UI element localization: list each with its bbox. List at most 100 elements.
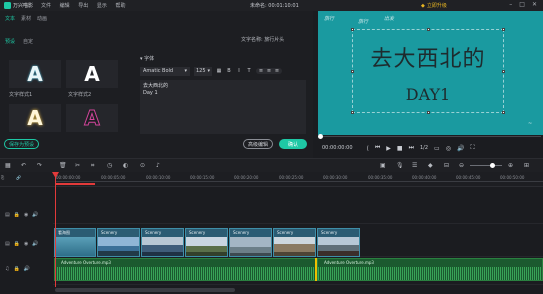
mic-icon[interactable]: 🎙 (396, 162, 404, 169)
upgrade-button[interactable]: ◆ 立即升级 (421, 2, 447, 10)
mute-icon[interactable]: 🔊 (32, 241, 38, 247)
resize-handle[interactable] (502, 111, 505, 114)
lock-icon[interactable]: 🔒 (14, 212, 20, 218)
resize-handle[interactable] (427, 28, 430, 31)
text-style-button[interactable]: T (246, 68, 252, 74)
advanced-edit-button[interactable]: 高级编辑 (243, 139, 274, 149)
video-clip[interactable]: Scenery (97, 228, 140, 257)
grid-icon[interactable]: ▦ (5, 162, 11, 169)
preset-tile-2[interactable]: A (66, 60, 118, 88)
tab-material[interactable]: 素材 (21, 15, 31, 22)
split-marker[interactable] (315, 258, 317, 281)
align-center-button[interactable]: ≡ (266, 68, 272, 74)
screen-icon[interactable]: ▭ (434, 145, 440, 152)
tab-preset[interactable]: 预设 (5, 38, 15, 45)
redo-icon[interactable]: ↷ (37, 162, 42, 169)
forward-icon[interactable]: ⏭ (409, 144, 414, 152)
tab-animation[interactable]: 动画 (37, 15, 47, 22)
menu-edit[interactable]: 编辑 (60, 3, 70, 9)
audio-clip[interactable]: Adventure Overture.mp3 (317, 258, 543, 281)
resize-handle[interactable] (351, 111, 354, 114)
add-track-icon[interactable]: ⎘ (1, 175, 4, 180)
split-icon[interactable]: ⊟ (444, 162, 449, 169)
font-color-icon[interactable]: ▦ (216, 68, 222, 74)
crop-icon[interactable]: ⌗ (91, 162, 94, 170)
preset-tile-4[interactable]: A (66, 104, 118, 132)
ruler-tick: 00:00:25:00 (279, 175, 304, 180)
lock-icon[interactable]: 🔒 (14, 241, 20, 247)
audio-icon[interactable]: ♪ (156, 162, 160, 169)
playback-ratio[interactable]: 1/2 (420, 145, 428, 151)
zoom-slider-knob[interactable] (490, 163, 495, 168)
minimize-icon[interactable]: – (509, 1, 512, 8)
cut-icon[interactable]: ✂ (75, 162, 80, 169)
panel-tabs: 文本 素材 动画 (5, 15, 47, 22)
settings-header[interactable]: ▾ 字体 (140, 55, 310, 62)
snapshot-icon[interactable]: ◎ (446, 145, 451, 152)
menu-help[interactable]: 帮助 (115, 3, 125, 9)
video-clip[interactable]: Scenery (141, 228, 184, 257)
fullscreen-icon[interactable]: ⛶ (470, 144, 474, 152)
video-clip[interactable]: Scenery (229, 228, 272, 257)
tab-custom[interactable]: 自定 (23, 38, 33, 45)
close-icon[interactable]: ✕ (532, 1, 537, 8)
maximize-icon[interactable]: □ (519, 1, 525, 8)
menu-export[interactable]: 导出 (78, 3, 88, 9)
lock-icon[interactable]: 🔒 (13, 266, 19, 272)
scrubber-track[interactable] (320, 136, 541, 137)
delete-icon[interactable]: 🗑 (59, 162, 67, 169)
video-clip[interactable]: Scenery (273, 228, 316, 257)
color-icon[interactable]: ◐ (123, 162, 128, 169)
video-clip[interactable]: 看海图 (54, 228, 96, 257)
mute-icon[interactable]: 🔊 (32, 212, 38, 218)
marker-icon[interactable]: ◆ (428, 162, 433, 169)
font-family-select[interactable]: Amatic Bold ▾ (140, 66, 190, 76)
resize-handle[interactable] (351, 28, 354, 31)
preview-window[interactable]: 旅行 旅行 出发 ~ 去大西北的 DAY1 (318, 11, 543, 135)
mix-icon[interactable]: ☰ (412, 162, 417, 169)
ruler-tick: 00:00:05:00 (101, 175, 126, 180)
visibility-icon[interactable]: ◉ (24, 241, 28, 247)
menu-file[interactable]: 文件 (41, 3, 51, 9)
play-icon[interactable]: ▶ (386, 145, 391, 152)
video-clip[interactable]: Scenery (317, 228, 360, 257)
record-icon[interactable]: ⊙ (140, 162, 145, 169)
video-clip[interactable]: Scenery (185, 228, 228, 257)
font-size-select[interactable]: 125 ▾ (194, 66, 212, 76)
text-content-field[interactable]: 去大西北的 Day 1 (140, 80, 306, 134)
rewind-icon[interactable]: ⏮ (375, 144, 380, 152)
audio-clip[interactable]: Adventure Overture.mp3 (54, 258, 316, 281)
preset-tile-1[interactable]: A (9, 60, 61, 88)
link-icon[interactable]: 🔗 (16, 175, 21, 180)
visibility-icon[interactable]: ◉ (24, 212, 28, 218)
resize-handle[interactable] (502, 28, 505, 31)
tab-text[interactable]: 文本 (5, 15, 15, 22)
bold-button[interactable]: B (226, 68, 232, 74)
resize-handle[interactable] (427, 111, 430, 114)
resize-handle[interactable] (351, 70, 354, 73)
volume-icon[interactable]: 🔊 (457, 145, 464, 152)
prev-frame-icon[interactable]: ⟨ (367, 145, 369, 152)
menu-view[interactable]: 显示 (97, 3, 107, 9)
timeline-scrollbar[interactable] (55, 288, 235, 292)
scrubber-knob[interactable] (318, 134, 323, 139)
align-left-button[interactable]: ≡ (258, 68, 264, 74)
render-icon[interactable]: ▣ (380, 162, 386, 169)
zoom-out-icon[interactable]: ⊖ (459, 162, 464, 169)
stop-icon[interactable]: ■ (397, 145, 403, 152)
fit-icon[interactable]: ⊞ (524, 162, 529, 169)
playhead[interactable] (55, 172, 56, 287)
undo-icon[interactable]: ↶ (21, 162, 26, 169)
resize-handle[interactable] (502, 70, 505, 73)
speed-icon[interactable]: ◷ (107, 162, 112, 169)
ok-button[interactable]: 确认 (279, 139, 307, 149)
save-preset-button[interactable]: 保存为预设 (4, 139, 40, 149)
zoom-in-icon[interactable]: ⊕ (508, 162, 513, 169)
text-track-lane[interactable] (53, 188, 543, 224)
zoom-slider[interactable] (470, 165, 502, 166)
mute-icon[interactable]: 🔊 (24, 266, 30, 272)
preview-scrubber[interactable] (318, 134, 543, 139)
preset-tile-3[interactable]: A (9, 104, 61, 132)
italic-button[interactable]: I (236, 68, 242, 74)
align-right-button[interactable]: ≡ (274, 68, 280, 74)
